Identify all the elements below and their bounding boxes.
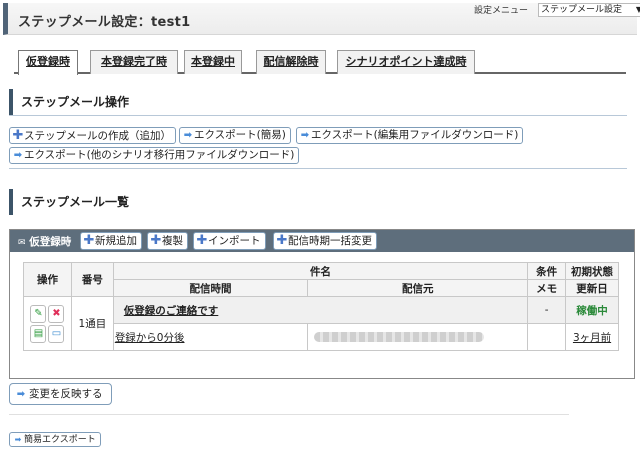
- copy-document-icon[interactable]: ▤: [30, 324, 47, 343]
- row-send-time-link[interactable]: 登録から0分後: [115, 332, 185, 344]
- create-step-mail-button[interactable]: ✚ステップメールの作成（追加）: [9, 127, 176, 144]
- table-row: 登録から0分後 3ヶ月前: [24, 323, 619, 351]
- arrow-right-icon: ➡: [300, 130, 310, 141]
- export-edit-button[interactable]: ➡ エクスポート(編集用ファイルダウンロード): [296, 127, 524, 144]
- row-memo: [527, 323, 567, 351]
- step-mail-table: 操作 番号 件名 条件 初期状態 配信時間 配信元 メモ 更新日 ✎ ✖ ▤ ▭ 1…: [23, 262, 619, 351]
- tab-registration-complete[interactable]: 本登録完了時: [90, 50, 178, 74]
- table-row: ✎ ✖ ▤ ▭ 1通目 仮登録のご連絡です - 稼働中: [23, 296, 619, 351]
- panel-toolbar: ✉ 仮登録時 ✚新規追加 ✚複製 ✚インポート ✚配信時期一括変更: [10, 230, 634, 252]
- tab-scenario-point[interactable]: シナリオポイント達成時: [337, 50, 475, 74]
- apply-changes-button[interactable]: ➡ 変更を反映する: [9, 383, 112, 405]
- blurred-sender: [314, 332, 485, 342]
- header-memo: メモ: [527, 279, 567, 297]
- list-title: ステップメール一覧: [9, 189, 627, 215]
- duplicate-button[interactable]: ✚複製: [147, 232, 188, 250]
- plus-icon: ✚: [276, 233, 288, 248]
- row-state: 稼働中: [565, 296, 619, 324]
- delete-x-icon[interactable]: ✖: [48, 304, 65, 323]
- bottom-divider: [9, 414, 569, 415]
- tab-registered[interactable]: 本登録中: [184, 50, 242, 74]
- header-updated: 更新日: [565, 279, 619, 297]
- row-condition: -: [527, 296, 567, 324]
- export-simple-button[interactable]: ➡ エクスポート(簡易): [179, 127, 291, 144]
- bulk-change-button[interactable]: ✚配信時期一括変更: [273, 232, 377, 250]
- arrow-right-icon: ➡: [16, 389, 26, 400]
- edit-pencil-icon[interactable]: ✎: [30, 304, 47, 323]
- arrow-right-icon: ➡: [183, 130, 193, 141]
- settings-menu-value: ステップメール設定: [541, 5, 623, 15]
- export-other-scenario-button[interactable]: ➡ エクスポート(他のシナリオ移行用ファイルダウンロード): [9, 147, 300, 164]
- tab-unsubscribe[interactable]: 配信解除時: [256, 50, 326, 74]
- dropdown-arrow-icon: ▼: [635, 5, 640, 14]
- header-operation: 操作: [23, 262, 72, 297]
- row-subject-link[interactable]: 仮登録のご連絡です: [124, 305, 219, 317]
- timing-tabs: 仮登録時 本登録完了時 本登録中 配信解除時 シナリオポイント達成時: [14, 50, 626, 75]
- import-button[interactable]: ✚インポート: [193, 232, 266, 250]
- settings-menu-select[interactable]: ステップメール設定 ▼: [538, 3, 640, 17]
- row-updated-cell: 3ヶ月前: [565, 323, 619, 351]
- header-sender: 配信元: [307, 279, 529, 297]
- header-initial-state: 初期状態: [565, 262, 619, 280]
- add-new-button[interactable]: ✚新規追加: [80, 232, 142, 250]
- settings-menu-label: 設定メニュー: [474, 6, 529, 16]
- operations-bottom-divider: [9, 168, 627, 169]
- operations-title: ステップメール操作: [9, 89, 627, 115]
- header-number: 番号: [70, 262, 114, 297]
- arrow-right-icon: ➡: [13, 150, 23, 161]
- header-send-time: 配信時間: [112, 279, 309, 297]
- row-operations: ✎ ✖ ▤ ▭: [23, 296, 72, 351]
- row-updated-link[interactable]: 3ヶ月前: [573, 332, 611, 344]
- plus-icon: ✚: [150, 233, 162, 248]
- row-number: 1通目: [70, 296, 114, 351]
- page-header: ステップメール設定：test1 設定メニュー ステップメール設定 ▼: [3, 3, 640, 35]
- arrow-right-icon: ➡: [14, 435, 22, 444]
- simple-export-button[interactable]: ➡ 簡易エクスポート: [9, 432, 101, 447]
- plus-icon: ✚: [12, 128, 24, 143]
- operations-divider: [9, 115, 627, 116]
- plus-icon: ✚: [83, 233, 95, 248]
- header-condition: 条件: [527, 262, 567, 280]
- row-sender: [307, 323, 529, 351]
- row-send-time-cell: 登録から0分後: [112, 323, 309, 351]
- preview-monitor-icon[interactable]: ▭: [48, 324, 65, 343]
- step-mail-panel: ✉ 仮登録時 ✚新規追加 ✚複製 ✚インポート ✚配信時期一括変更 操作 番号 …: [9, 229, 635, 379]
- mail-icon: ✉: [18, 238, 26, 248]
- tab-provisional[interactable]: 仮登録時: [18, 50, 78, 75]
- page-title: ステップメール設定：test1: [18, 15, 191, 30]
- panel-label: ✉ 仮登録時: [18, 236, 72, 248]
- header-subject: 件名: [112, 262, 529, 280]
- plus-icon: ✚: [196, 233, 208, 248]
- row-subject-cell: 仮登録のご連絡です: [112, 296, 529, 324]
